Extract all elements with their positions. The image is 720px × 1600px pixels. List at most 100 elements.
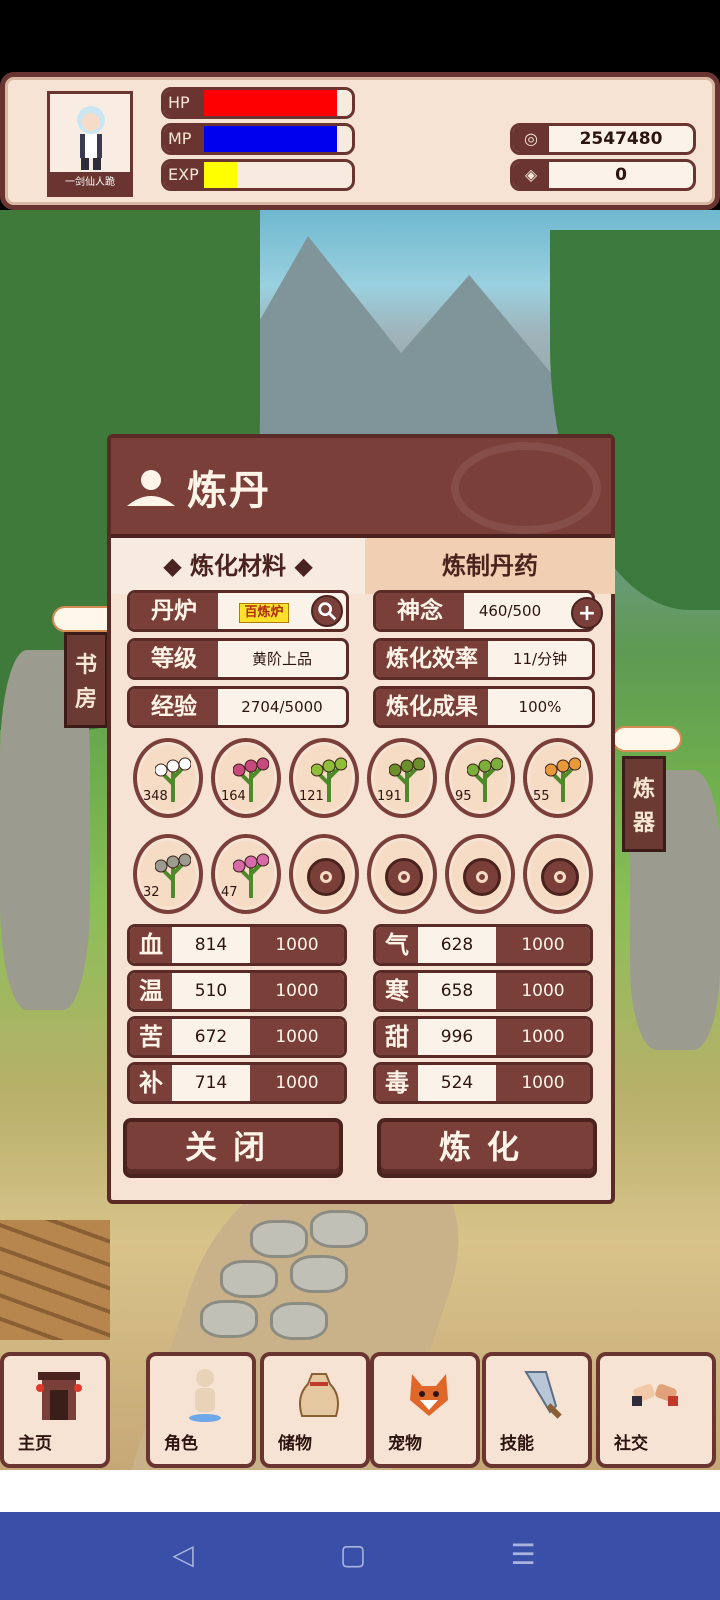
dialog-header: 炼丹 <box>111 438 611 538</box>
tab-pills[interactable]: 炼制丹药 <box>365 538 615 594</box>
exp-field: 经验 2704/5000 <box>127 686 349 728</box>
nav-storage[interactable]: 储物 <box>260 1352 370 1468</box>
stat-value: 714 <box>194 1073 228 1093</box>
gem-counter: ◈ 0 <box>510 159 696 191</box>
herb-slot[interactable]: 47 <box>211 834 281 914</box>
gap <box>0 1470 720 1512</box>
lock-icon <box>307 858 345 896</box>
status-bar <box>0 0 720 72</box>
stat-key: 甜 <box>376 1019 418 1055</box>
stat-key: 温 <box>130 973 172 1009</box>
locked-slot[interactable] <box>367 834 437 914</box>
study-building-link[interactable]: 书房 <box>64 632 108 728</box>
stat-max: 1000 <box>250 927 344 963</box>
stat-key: 毒 <box>376 1065 418 1101</box>
herb-icon <box>467 757 503 802</box>
hp-fill <box>204 90 337 116</box>
lock-icon <box>463 858 501 896</box>
herb-icon <box>545 757 581 802</box>
gem-icon: ◈ <box>513 162 549 188</box>
close-button[interactable]: 关闭 <box>123 1118 343 1178</box>
gem-value: 0 <box>615 165 627 185</box>
menu-icon[interactable]: ☰ <box>508 1540 538 1570</box>
stat-max: 1000 <box>496 927 590 963</box>
home-gate-icon <box>36 1372 82 1420</box>
nav-pet-label: 宠物 <box>388 1434 422 1454</box>
spirit-value: 460/500 <box>478 602 542 620</box>
locked-slot[interactable] <box>523 834 593 914</box>
herb-slot[interactable]: 32 <box>133 834 203 914</box>
herb-slot[interactable]: 121 <box>289 738 359 818</box>
tab-materials[interactable]: ◆ 炼化材料 ◆ <box>111 538 365 594</box>
exp-bar: EXP <box>161 159 355 191</box>
herb-slot[interactable]: 55 <box>523 738 593 818</box>
avatar[interactable]: 一剑仙人跪 <box>47 91 133 197</box>
refine-button[interactable]: 炼化 <box>377 1118 597 1178</box>
add-spirit-button[interactable]: + <box>571 597 603 629</box>
level-value: 黄阶上品 <box>251 650 312 668</box>
stat-key: 气 <box>376 927 418 963</box>
magnifier-icon <box>318 602 337 621</box>
locked-slot[interactable] <box>445 834 515 914</box>
back-icon[interactable]: ◁ <box>168 1540 198 1570</box>
spirit-key: 神念 <box>376 593 464 629</box>
herb-count: 121 <box>299 789 324 804</box>
herb-count: 32 <box>143 885 160 900</box>
herb-slot[interactable]: 191 <box>367 738 437 818</box>
stat-max: 1000 <box>496 1019 590 1055</box>
stone <box>310 1210 368 1248</box>
nav-social[interactable]: 社交 <box>596 1352 716 1468</box>
stat-row: 温 510 1000 <box>127 970 347 1012</box>
furnace-field: 丹炉 百炼炉 <box>127 590 349 632</box>
player-header: 一剑仙人跪 HP MP EXP ◎ 2547480 ◈ 0 <box>0 72 720 210</box>
herb-icon <box>233 853 269 898</box>
avatar-portrait-icon <box>77 106 105 170</box>
stat-value: 672 <box>194 1027 228 1047</box>
fox-pet-icon <box>410 1374 448 1416</box>
stat-value: 510 <box>194 981 228 1001</box>
home-icon[interactable]: ▢ <box>338 1540 368 1570</box>
search-button[interactable] <box>311 595 343 627</box>
nav-pet[interactable]: 宠物 <box>370 1352 480 1468</box>
herb-count: 55 <box>533 789 550 804</box>
efficiency-field: 炼化效率 11/分钟 <box>373 638 595 680</box>
result-value: 100% <box>518 698 562 716</box>
lock-keyhole <box>476 871 488 883</box>
stat-max: 1000 <box>496 1065 590 1101</box>
furnace-value: 百炼炉 <box>239 603 289 623</box>
nav-skill[interactable]: 技能 <box>482 1352 592 1468</box>
stat-row: 苦 672 1000 <box>127 1016 347 1058</box>
cauldron-icon <box>127 470 175 506</box>
exp-label: EXP <box>164 162 204 188</box>
stat-max: 1000 <box>250 1019 344 1055</box>
herb-slot[interactable]: 164 <box>211 738 281 818</box>
exp-value: 2704/5000 <box>241 698 323 716</box>
avatar-name: 一剑仙人跪 <box>50 172 130 194</box>
spirit-field: 神念 460/500 <box>373 590 595 632</box>
cloud-decoration <box>612 726 682 752</box>
sword-icon <box>524 1371 562 1419</box>
stat-max: 1000 <box>250 1065 344 1101</box>
herb-count: 95 <box>455 789 472 804</box>
lock-icon <box>541 858 579 896</box>
nav-home[interactable]: 主页 <box>0 1352 110 1468</box>
emblem-decoration <box>451 442 601 534</box>
nav-character[interactable]: 角色 <box>146 1352 256 1468</box>
stat-value: 628 <box>440 935 474 955</box>
stat-row: 寒 658 1000 <box>373 970 593 1012</box>
locked-slot[interactable] <box>289 834 359 914</box>
stat-key: 苦 <box>130 1019 172 1055</box>
herb-slot[interactable]: 348 <box>133 738 203 818</box>
stone <box>250 1220 308 1258</box>
stat-max: 1000 <box>250 973 344 1009</box>
efficiency-value: 11/分钟 <box>512 650 568 668</box>
nav-skill-label: 技能 <box>500 1434 534 1454</box>
herb-slot[interactable]: 95 <box>445 738 515 818</box>
herb-icon <box>155 853 191 898</box>
forge-building-link[interactable]: 炼器 <box>622 756 666 852</box>
stat-value: 996 <box>440 1027 474 1047</box>
hp-bar: HP <box>161 87 355 119</box>
stat-row: 毒 524 1000 <box>373 1062 593 1104</box>
nav-home-label: 主页 <box>18 1434 52 1454</box>
exp-fill <box>204 162 237 188</box>
